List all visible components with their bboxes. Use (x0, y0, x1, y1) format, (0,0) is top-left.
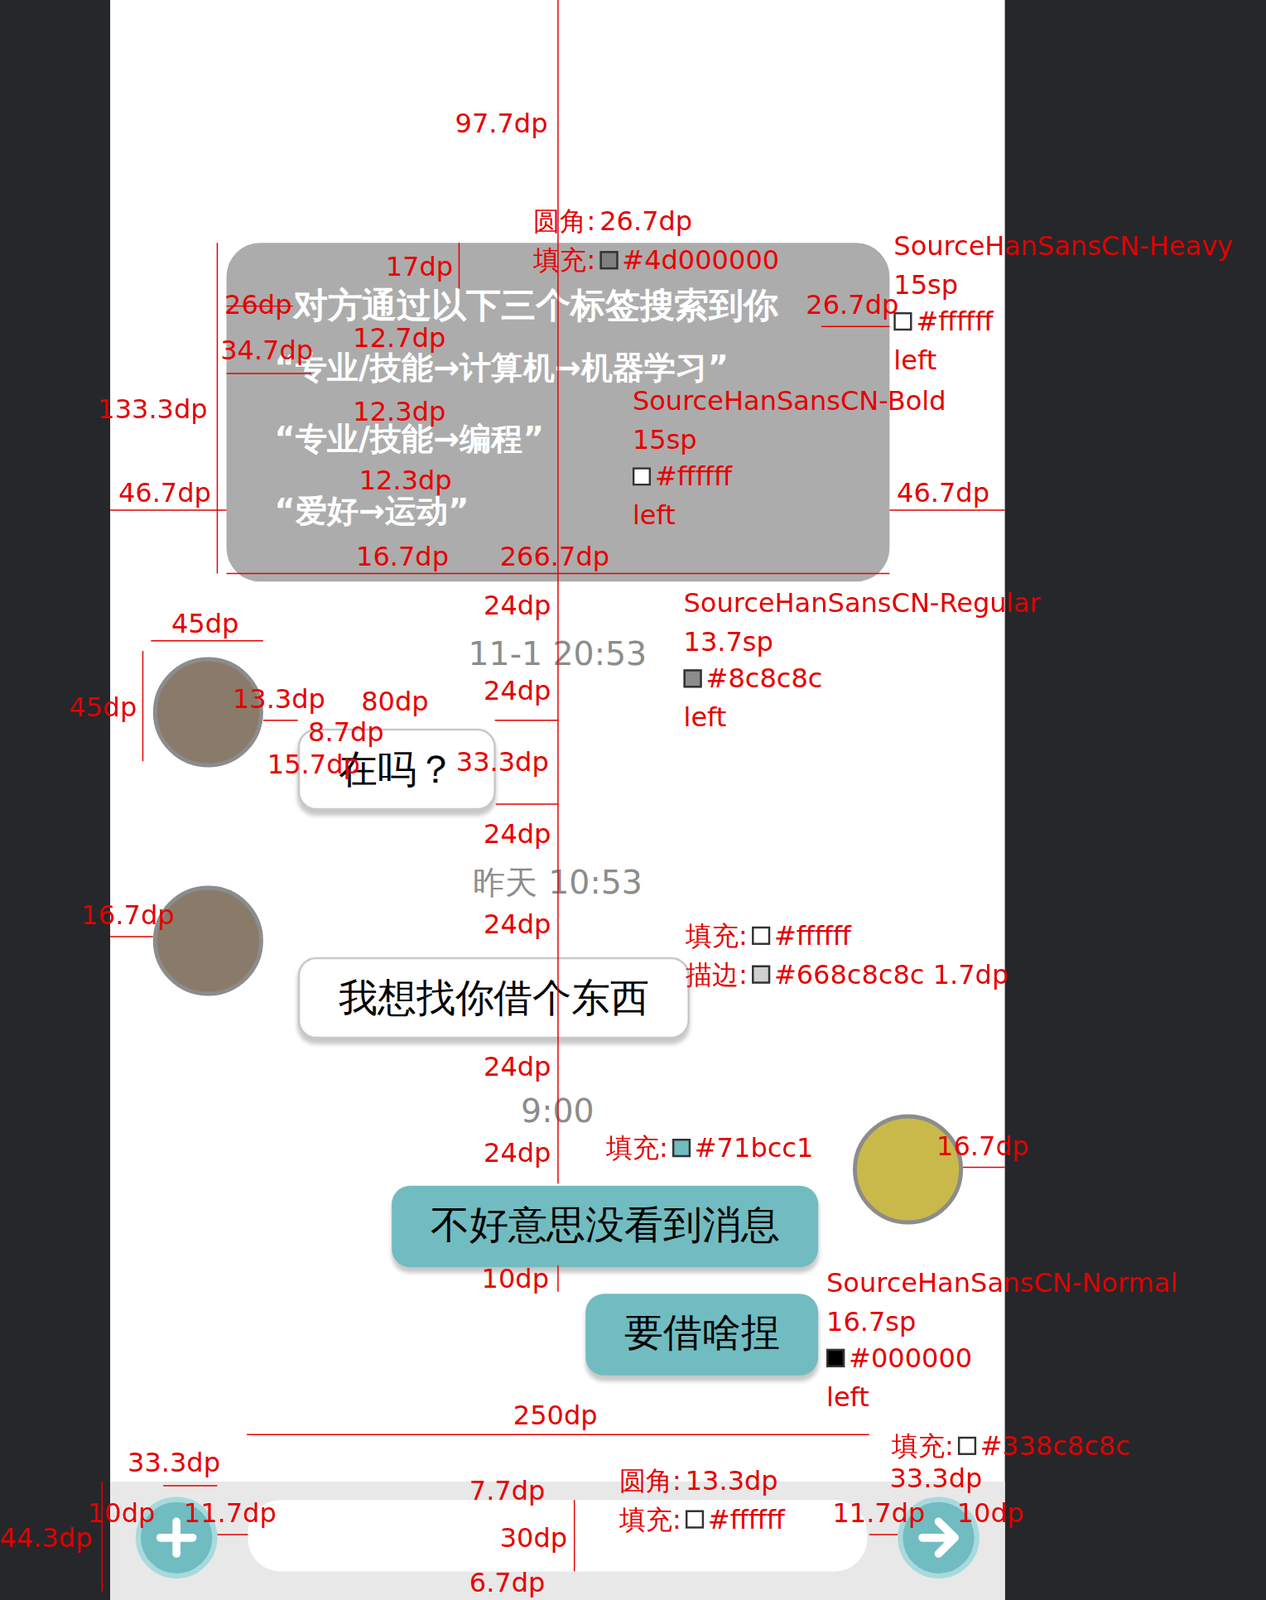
measurement-label: 46.7dp (118, 477, 212, 509)
measurement-label: 13.7sp (683, 626, 774, 658)
viewport: 对方通过以下三个标签搜索到你“专业/技能→计算机→机器学习”“专业/技能→编程”… (0, 0, 1266, 1600)
measurement-label: #8c8c8c (683, 663, 824, 694)
measurement-label: SourceHanSansCN-Regular (683, 587, 1042, 619)
measurement-label: 24dp (483, 675, 551, 707)
measurement-label: 10dp (481, 1262, 549, 1294)
measurement-label: 圆角:26.7dp (533, 206, 693, 237)
measurement-label: 填充:#338c8c8c (891, 1429, 1132, 1461)
tag-card-title: 对方通过以下三个标签搜索到你 (293, 285, 870, 325)
color-swatch (751, 965, 771, 984)
measurement-label: 11.7dp (183, 1497, 277, 1529)
measurement-label: 15sp (893, 269, 958, 300)
measurement-label: #ffffff (632, 461, 732, 492)
measurement-label: 圆角:13.3dp (619, 1464, 779, 1496)
measurement-label: 描边:#668c8c8c 1.7dp (685, 958, 1009, 990)
measurement-label: 10dp (87, 1497, 155, 1529)
timestamp: 9:00 (110, 1093, 1006, 1129)
tag-line: “爱好→运动” (274, 489, 869, 530)
measurement-label: 7.7dp (469, 1475, 546, 1507)
measurement-label: 6.7dp (469, 1567, 546, 1599)
measurement-label: SourceHanSansCN-Bold (632, 385, 947, 417)
message-group: 昨天 10:53 我想找你借个东西 (110, 865, 1006, 1039)
measurement-label: 46.7dp (896, 477, 990, 509)
message-bubble[interactable]: 不好意思没看到消息 (391, 1185, 819, 1268)
design-spec: 对方通过以下三个标签搜索到你“专业/技能→计算机→机器学习”“专业/技能→编程”… (0, 0, 1266, 1600)
timestamp: 昨天 10:53 (110, 865, 1006, 901)
message-bubble[interactable]: 我想找你借个东西 (298, 957, 690, 1040)
message-group: 11-1 20:53在吗？ (110, 636, 1006, 810)
measurement-label: 17dp (385, 250, 453, 282)
color-swatch (672, 1138, 691, 1157)
measurement-label: 12.3dp (359, 465, 453, 496)
measurement-label: 26dp (224, 289, 292, 321)
measurement-label: 250dp (513, 1399, 598, 1430)
message-bubble[interactable]: 要借啥捏 (585, 1293, 819, 1376)
color-swatch (599, 250, 618, 270)
measurement-label: 填充:#ffffff (685, 919, 852, 951)
measurement-label: SourceHanSansCN-Normal (826, 1266, 1179, 1298)
measurement-label: 24dp (483, 818, 551, 849)
measurement-label: 266.7dp (500, 540, 610, 572)
measurement-label: 24dp (483, 1137, 551, 1169)
bubble-column: 我想找你借个东西 (298, 957, 690, 1040)
color-swatch (826, 1348, 845, 1368)
measurement-label: 16.7sp (826, 1305, 916, 1337)
measurement-label: 45dp (171, 607, 239, 639)
measurement-label: 30dp (500, 1521, 568, 1553)
measurement-label: left (683, 702, 727, 733)
timestamp: 11-1 20:53 (110, 636, 1006, 672)
measurement-label: 填充:#ffffff (619, 1503, 785, 1535)
measurement-label: 15.7dp (267, 748, 361, 780)
measurement-label: SourceHanSansCN-Heavy (893, 230, 1233, 261)
measurement-label: 24dp (483, 1050, 551, 1082)
measurement-label: 24dp (483, 589, 551, 621)
measurement-label: 33.3dp (127, 1446, 221, 1478)
measurement-label: 16.7dp (936, 1130, 1030, 1161)
measurement-label: left (632, 500, 676, 531)
measurement-label: 12.7dp (352, 322, 446, 353)
color-swatch (632, 466, 651, 486)
measurement-label: 33.3dp (456, 746, 549, 778)
measurement-label: 16.7dp (81, 900, 175, 931)
measurement-label: 16.7dp (356, 540, 449, 572)
color-swatch (751, 926, 771, 945)
measurement-label: #000000 (826, 1342, 973, 1373)
measurement-label: 8.7dp (308, 716, 385, 747)
measurement-label: 11.7dp (832, 1497, 925, 1529)
measurement-label: 填充:#71bcc1 (606, 1132, 814, 1164)
color-swatch (683, 669, 703, 688)
bubble-column: 不好意思没看到消息要借啥捏 (391, 1185, 819, 1376)
color-swatch (685, 1510, 704, 1529)
measurement-label: 13.3dp (232, 683, 326, 715)
measurement-label: 97.7dp (455, 108, 549, 140)
message-row: 在吗？ (110, 656, 1006, 810)
measurement-label: #ffffff (893, 306, 993, 337)
measurement-label: 34.7dp (220, 334, 313, 366)
measurement-label: 80dp (361, 685, 429, 717)
measurement-label: 44.3dp (0, 1521, 93, 1553)
measurement-label: 10dp (957, 1497, 1025, 1529)
measurement-label: 15sp (632, 424, 698, 456)
measurement-label: 26.7dp (805, 289, 899, 321)
measurement-label: left (826, 1381, 870, 1412)
measurement-label: 12.3dp (352, 395, 446, 427)
measurement-label: 33.3dp (889, 1463, 982, 1494)
color-swatch (957, 1436, 977, 1455)
measurement-label: 24dp (483, 909, 551, 940)
measurement-label: 45dp (69, 691, 137, 723)
measurement-label: left (893, 344, 937, 376)
measurement-label: 填充:#4d000000 (533, 245, 780, 276)
measurement-label: 133.3dp (97, 394, 207, 425)
